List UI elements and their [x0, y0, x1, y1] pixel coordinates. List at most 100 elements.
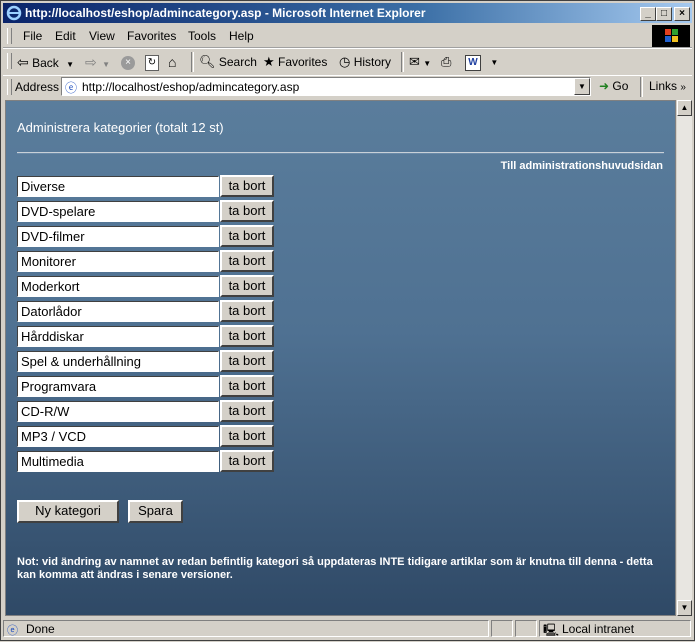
status-pane: [515, 620, 537, 637]
refresh-button[interactable]: ↻: [145, 54, 159, 71]
scroll-up-arrow-icon[interactable]: ▲: [677, 100, 692, 116]
browser-window: http://localhost/eshop/admincategory.asp…: [0, 0, 695, 641]
go-button[interactable]: ➜ Go: [599, 79, 628, 93]
windows-logo-icon: [652, 25, 690, 47]
delete-category-button[interactable]: ta bort: [220, 450, 274, 472]
mail-button[interactable]: ✉ ▼: [409, 54, 431, 70]
category-name-input[interactable]: DVD-filmer: [17, 226, 219, 247]
zone-pane: 🖳︎ Local intranet: [539, 620, 691, 637]
scroll-down-arrow-icon[interactable]: ▼: [677, 600, 692, 616]
category-name-input[interactable]: Datorlådor: [17, 301, 219, 322]
menu-edit[interactable]: Edit: [55, 29, 76, 43]
admin-main-link[interactable]: Till administrationshuvudsidan: [501, 160, 663, 172]
chevron-right-icon: »: [680, 82, 686, 93]
back-label: Back: [32, 56, 59, 70]
stop-icon: ×: [121, 56, 135, 70]
menu-tools[interactable]: Tools: [188, 29, 216, 43]
chevron-down-icon: ▼: [102, 60, 110, 69]
delete-category-button[interactable]: ta bort: [220, 300, 274, 322]
favorites-button[interactable]: ★ Favorites: [263, 54, 327, 70]
edit-button[interactable]: W ▼: [465, 54, 498, 71]
page-icon: ⓔ: [65, 81, 78, 95]
category-name-input[interactable]: Moderkort: [17, 276, 219, 297]
delete-category-button[interactable]: ta bort: [220, 425, 274, 447]
address-input[interactable]: ⓔ http://localhost/eshop/admincategory.a…: [61, 77, 591, 96]
status-pane: ⓔ Done: [3, 620, 489, 637]
mail-icon: ✉: [409, 54, 420, 69]
status-bar: ⓔ Done 🖳︎ Local intranet: [3, 618, 692, 638]
search-icon: 🔍︎: [199, 54, 216, 69]
category-name-input[interactable]: Hårddiskar: [17, 326, 219, 347]
delete-category-button[interactable]: ta bort: [220, 400, 274, 422]
search-button[interactable]: 🔍︎ Search: [199, 54, 257, 70]
address-url: http://localhost/eshop/admincategory.asp: [82, 80, 300, 94]
toolbar-grip: [7, 53, 12, 69]
divider: [17, 152, 664, 154]
delete-category-button[interactable]: ta bort: [220, 175, 274, 197]
menu-bar: File Edit View Favorites Tools Help: [3, 25, 692, 48]
toolbar-separator: [401, 52, 404, 72]
delete-category-button[interactable]: ta bort: [220, 250, 274, 272]
page-title: Administrera kategorier (totalt 12 st): [17, 120, 224, 135]
intranet-icon: 🖳︎: [543, 623, 560, 637]
back-button[interactable]: ⇦ Back ▼: [17, 54, 74, 71]
search-label: Search: [218, 55, 257, 69]
refresh-icon: ↻: [145, 55, 159, 71]
status-pane: [491, 620, 513, 637]
category-name-input[interactable]: MP3 / VCD: [17, 426, 219, 447]
delete-category-button[interactable]: ta bort: [220, 275, 274, 297]
delete-category-button[interactable]: ta bort: [220, 225, 274, 247]
chevron-down-icon: ▼: [490, 58, 499, 67]
title-bar: http://localhost/eshop/admincategory.asp…: [3, 3, 692, 23]
toolbar-grip: [7, 79, 12, 95]
home-button[interactable]: ⌂: [168, 54, 176, 70]
zone-text: Local intranet: [562, 622, 635, 636]
category-name-input[interactable]: CD-R/W: [17, 401, 219, 422]
status-text: Done: [26, 622, 55, 636]
chevron-down-icon: ▼: [423, 59, 432, 68]
close-button[interactable]: ×: [674, 7, 690, 21]
toolbar-separator: [640, 77, 643, 97]
go-arrow-icon: ➜: [599, 79, 610, 93]
vertical-scrollbar[interactable]: ▲ ▼: [676, 100, 692, 616]
chevron-down-icon: ▼: [66, 60, 75, 69]
history-button[interactable]: ◷ History: [339, 54, 391, 70]
info-note: Not: vid ändring av namnet av redan befi…: [17, 556, 653, 581]
favorites-star-icon: ★: [263, 54, 275, 69]
save-button[interactable]: Spara: [128, 500, 183, 523]
delete-category-button[interactable]: ta bort: [220, 325, 274, 347]
menu-file[interactable]: File: [23, 29, 42, 43]
maximize-button[interactable]: □: [656, 7, 672, 21]
menu-help[interactable]: Help: [229, 29, 254, 43]
new-category-button[interactable]: Ny kategori: [17, 500, 119, 523]
home-icon: ⌂: [168, 54, 177, 70]
stop-button[interactable]: ×: [121, 54, 135, 70]
word-icon: W: [465, 55, 481, 71]
category-name-input[interactable]: DVD-spelare: [17, 201, 219, 222]
category-name-input[interactable]: Spel & underhållning: [17, 351, 219, 372]
delete-category-button[interactable]: ta bort: [220, 350, 274, 372]
page-done-icon: ⓔ: [7, 625, 18, 637]
address-dropdown-button[interactable]: ▼: [574, 78, 590, 95]
category-name-input[interactable]: Monitorer: [17, 251, 219, 272]
minimize-button[interactable]: _: [640, 7, 656, 21]
delete-category-button[interactable]: ta bort: [220, 200, 274, 222]
links-button[interactable]: Links »: [649, 79, 686, 93]
print-button[interactable]: ⎙: [441, 54, 451, 70]
category-name-input[interactable]: Multimedia: [17, 451, 219, 472]
history-icon: ◷: [339, 54, 351, 69]
menu-favorites[interactable]: Favorites: [127, 29, 176, 43]
back-arrow-icon: ⇦: [17, 54, 29, 70]
delete-category-button[interactable]: ta bort: [220, 375, 274, 397]
forward-arrow-icon: ⇨: [85, 54, 97, 70]
favorites-label: Favorites: [278, 55, 328, 69]
toolbar-separator: [191, 52, 194, 72]
forward-button[interactable]: ⇨ ▼: [85, 54, 110, 71]
history-label: History: [353, 55, 392, 69]
category-name-input[interactable]: Programvara: [17, 376, 219, 397]
menu-view[interactable]: View: [89, 29, 115, 43]
category-name-input[interactable]: Diverse: [17, 176, 219, 197]
address-bar: Address ⓔ http://localhost/eshop/adminca…: [3, 75, 692, 98]
window-title: http://localhost/eshop/admincategory.asp…: [25, 6, 426, 20]
ie-logo-icon: [6, 5, 22, 21]
